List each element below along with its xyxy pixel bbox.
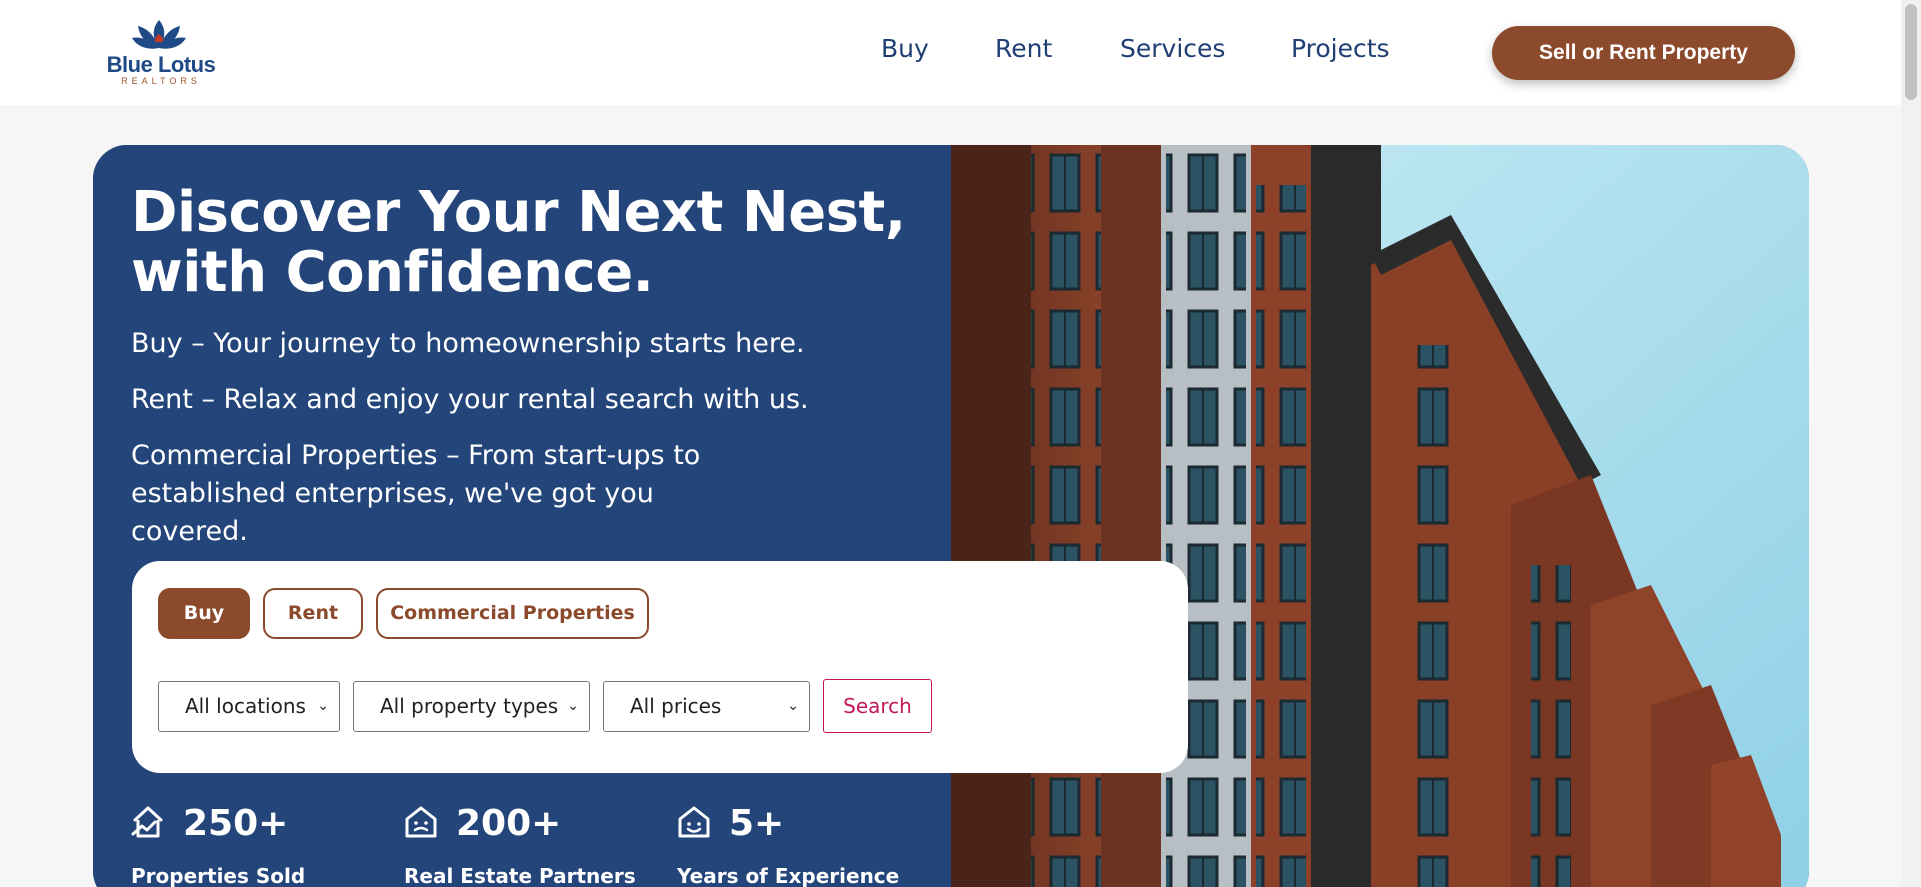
location-select[interactable]: All locations ⌄ [158, 681, 340, 732]
stat-label: Years of Experience [677, 864, 900, 887]
site-header: Blue Lotus REALTORS Buy Rent Services Pr… [0, 0, 1901, 105]
hero-title: Discover Your Next Nest, with Confidence… [131, 180, 906, 305]
brand-logo[interactable]: Blue Lotus REALTORS [104, 18, 224, 88]
chevron-down-icon: ⌄ [567, 698, 579, 714]
tab-commercial-properties[interactable]: Commercial Properties [376, 588, 649, 639]
tab-buy[interactable]: Buy [158, 588, 250, 639]
nav-buy[interactable]: Buy [881, 34, 929, 63]
stat-label: Real Estate Partners [404, 864, 636, 887]
stat-label: Properties Sold [131, 864, 306, 887]
house-trend-icon [131, 806, 163, 838]
chevron-down-icon: ⌄ [317, 698, 329, 714]
stat-real-estate-partners: 200+ Real Estate Partners [404, 800, 664, 887]
tab-rent[interactable]: Rent [263, 588, 363, 639]
search-button[interactable]: Search [823, 679, 932, 733]
hero-line-commercial: Commercial Properties – From start-ups t… [131, 440, 701, 547]
hero-line-rent: Rent – Relax and enjoy your rental searc… [131, 384, 809, 415]
hero-line-buy: Buy – Your journey to homeownership star… [131, 328, 805, 359]
building-image [951, 145, 1809, 887]
hero-section: Discover Your Next Nest, with Confidence… [93, 145, 1809, 887]
price-select[interactable]: All prices ⌄ [603, 681, 810, 732]
stat-value: 200+ [456, 803, 562, 844]
brand-tagline: REALTORS [121, 76, 201, 86]
page-scrollbar[interactable] [1901, 0, 1921, 887]
property-type-select-value: All property types [380, 694, 559, 718]
chevron-down-icon: ⌄ [787, 698, 799, 714]
lotus-icon [132, 20, 186, 49]
nav-services[interactable]: Services [1120, 34, 1225, 63]
house-smile-icon [405, 806, 437, 838]
property-type-select[interactable]: All property types ⌄ [353, 681, 590, 732]
brand-name: Blue Lotus [106, 52, 216, 77]
stat-years-experience: 5+ Years of Experience [677, 800, 937, 887]
sell-or-rent-button[interactable]: Sell or Rent Property [1492, 26, 1795, 80]
scrollbar-thumb[interactable] [1905, 4, 1917, 100]
stat-properties-sold: 250+ Properties Sold [131, 800, 391, 887]
stat-value: 250+ [183, 803, 289, 844]
house-face-icon [678, 806, 710, 838]
price-select-value: All prices [630, 694, 722, 718]
stat-value: 5+ [729, 803, 785, 844]
nav-projects[interactable]: Projects [1291, 34, 1390, 63]
hero-panel: Discover Your Next Nest, with Confidence… [93, 145, 951, 887]
nav-rent[interactable]: Rent [995, 34, 1052, 63]
property-search-card: Buy Rent Commercial Properties All locat… [132, 561, 1188, 773]
location-select-value: All locations [185, 694, 306, 718]
